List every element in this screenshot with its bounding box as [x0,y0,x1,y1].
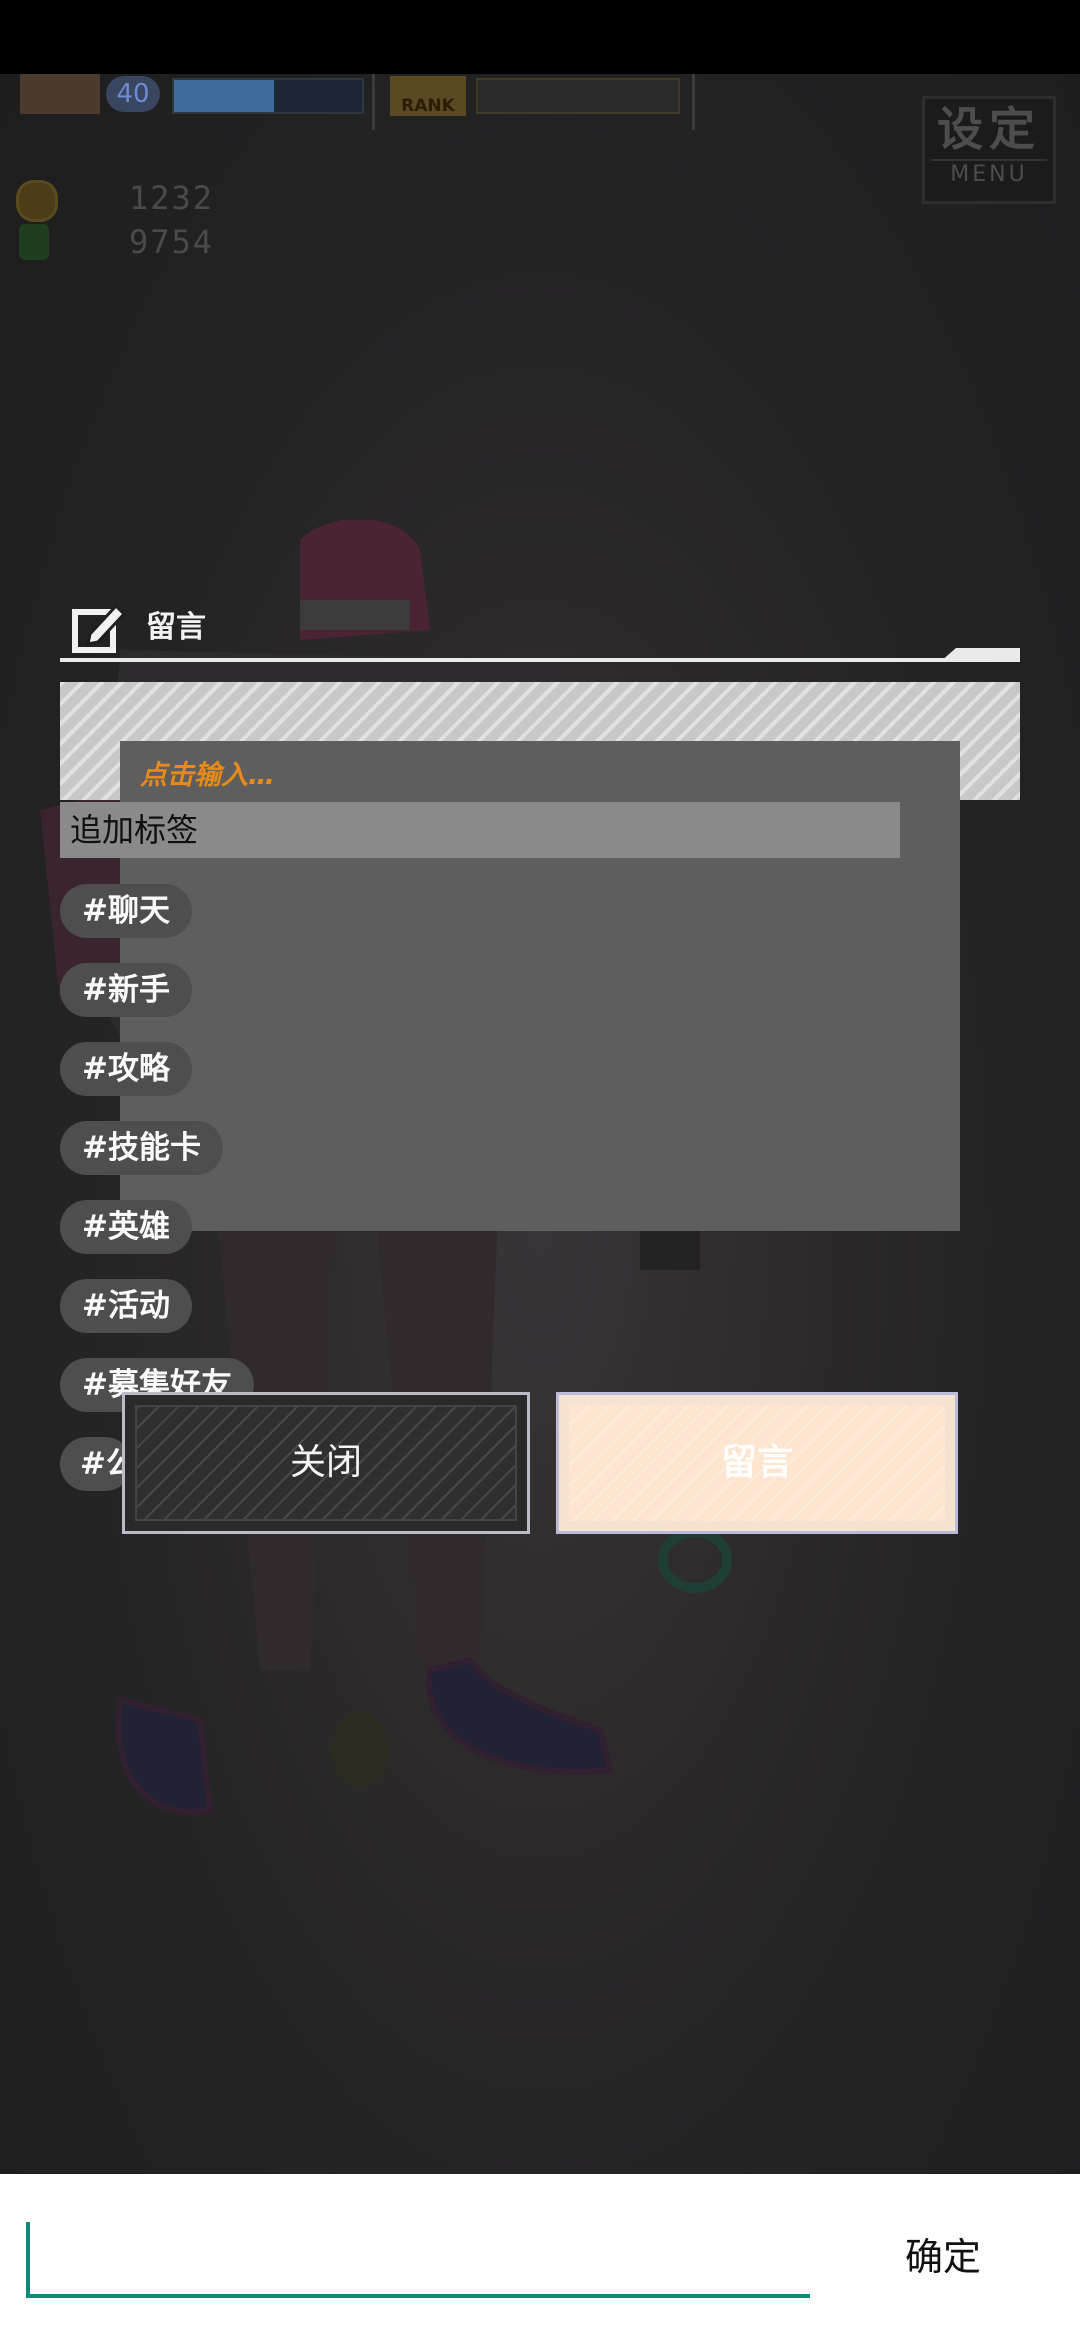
tag-skill-card[interactable]: #技能卡 [60,1121,223,1175]
player-level-badge: 40 [106,76,160,112]
rank-badge: RANK [390,76,466,116]
hud-divider [692,74,695,130]
dialog-title: 留言 [146,610,206,645]
tag-chat[interactable]: #聊天 [60,884,192,938]
hud-divider [372,74,375,130]
header-underline [60,658,1020,662]
text-entry-underline [26,2294,810,2298]
menu-caption: MENU [931,159,1047,189]
gem-icon [19,224,49,260]
add-tag-label: 追加标签 [70,811,199,849]
text-entry-field[interactable] [26,2222,810,2300]
status-bar [0,0,1080,74]
experience-bar-fill [174,80,274,112]
add-tag-header: 追加标签 [60,802,900,858]
tag-guide[interactable]: #攻略 [60,1042,192,1096]
close-button[interactable]: 关闭 [122,1392,530,1534]
settings-menu-button[interactable]: 设定 MENU [922,96,1056,204]
header-notch [940,648,1020,662]
post-message-button[interactable]: 留言 [556,1392,958,1534]
gold-coin-icon [16,180,58,222]
text-cursor [26,2222,30,2294]
player-avatar-thumbnail[interactable] [20,74,100,114]
close-button-label: 关闭 [289,1442,362,1483]
gold-coin-count: 1232 [128,179,214,217]
tag-event[interactable]: #活动 [60,1279,192,1333]
settings-menu-label: 设定 [937,102,1041,156]
edit-icon [72,603,127,653]
rank-progress-bar [476,78,680,114]
gem-count: 9754 [128,223,214,261]
tag-newbie[interactable]: #新手 [60,963,192,1017]
post-button-label: 留言 [720,1442,793,1483]
message-input-placeholder[interactable]: 点击输入… [140,756,275,796]
experience-bar [172,78,364,114]
confirm-button[interactable]: 确定 [880,2222,1006,2292]
tag-hero[interactable]: #英雄 [60,1200,192,1254]
